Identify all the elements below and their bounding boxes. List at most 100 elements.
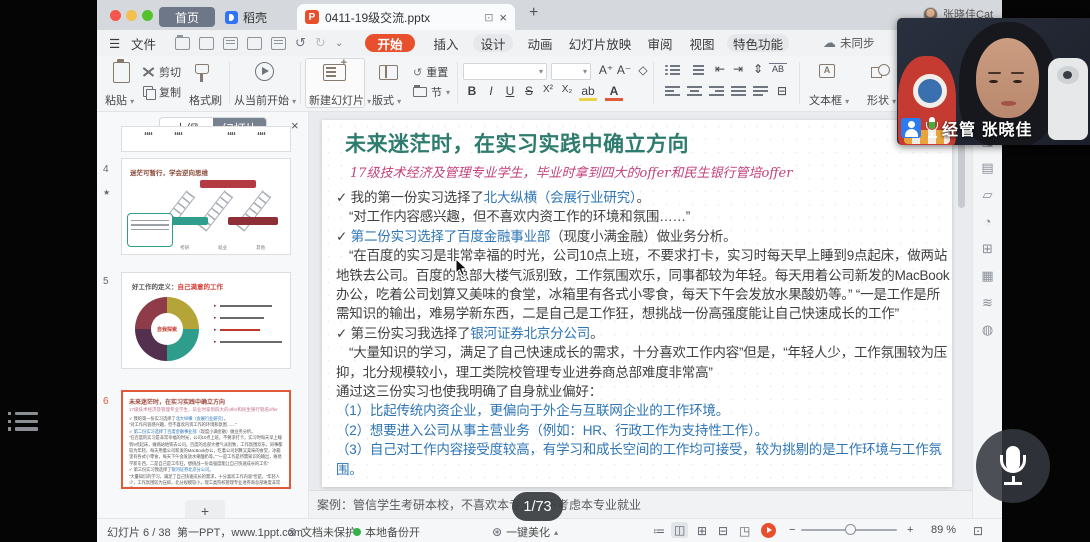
- tab-docer[interactable]: 稻壳: [225, 7, 267, 27]
- font-family-select[interactable]: ▾: [463, 63, 547, 80]
- tab-document[interactable]: P 0411-19级交流.pptx ⊡ ×: [297, 4, 515, 30]
- notes-toggle-icon[interactable]: ≔: [653, 524, 665, 538]
- zoom-level[interactable]: 89 %: [931, 524, 956, 536]
- text-box-icon[interactable]: A: [819, 64, 835, 78]
- right-panel-icon-4[interactable]: ◔: [984, 215, 992, 229]
- align-center-icon[interactable]: [687, 86, 702, 99]
- more-commands-icon[interactable]: ⌄: [335, 34, 343, 52]
- decrease-font-icon[interactable]: A⁻: [615, 63, 633, 77]
- highlight-color-button[interactable]: ab: [579, 84, 597, 101]
- section-button[interactable]: 节 ▾: [413, 84, 450, 100]
- play-from-current-button[interactable]: 从当前开始 ▾: [234, 92, 296, 108]
- new-slide-icon[interactable]: [323, 64, 346, 81]
- cut-button[interactable]: 剪切: [143, 64, 181, 80]
- tab-home[interactable]: 首页: [159, 7, 215, 27]
- right-panel-icon-5[interactable]: ⊞: [982, 242, 993, 256]
- slide-subtitle[interactable]: 17级技术经济及管理专业学生，毕业时拿到四大的offer和民生银行管培offer: [350, 162, 792, 181]
- align-right-icon[interactable]: [709, 86, 724, 99]
- layout-button[interactable]: 版式 ▾: [372, 92, 401, 108]
- export-pdf-icon[interactable]: [223, 37, 238, 50]
- view-sorter-icon[interactable]: ⊞: [697, 524, 707, 538]
- bullets-icon[interactable]: [665, 65, 680, 78]
- zoom-slider-thumb[interactable]: [845, 524, 856, 535]
- print-preview-icon[interactable]: [271, 37, 286, 50]
- bold-button[interactable]: B: [463, 84, 481, 98]
- new-tab-button[interactable]: +: [529, 4, 538, 22]
- strikethrough-button[interactable]: S: [520, 84, 538, 98]
- notes-bar[interactable]: 案例：管信学生考研本校，不喜欢本专业，不考虑本专业就业: [309, 490, 972, 518]
- subscript-button[interactable]: X₂: [558, 84, 576, 95]
- zoom-out-button[interactable]: −: [789, 524, 795, 536]
- print-icon[interactable]: [247, 37, 262, 50]
- distribute-icon[interactable]: [753, 86, 768, 99]
- indent-decrease-icon[interactable]: ⇤: [711, 62, 729, 76]
- slide-editor[interactable]: 未来迷茫时，在实习实践中确立方向 17级技术经济及管理专业学生，毕业时拿到四大的…: [322, 120, 952, 487]
- microphone-button[interactable]: [976, 429, 1050, 503]
- menu-tab-special[interactable]: 特色功能: [727, 34, 789, 52]
- line-spacing-icon[interactable]: ⇕: [749, 62, 767, 76]
- minimize-window-icon[interactable]: [126, 10, 137, 21]
- align-justify-icon[interactable]: [731, 86, 746, 99]
- redo-icon[interactable]: ↻: [315, 34, 326, 52]
- beautify-button[interactable]: ⊛ 一键美化 ▴: [492, 524, 558, 540]
- menu-tab-animation[interactable]: 动画: [523, 34, 557, 52]
- char-spacing-icon[interactable]: AB: [769, 63, 787, 74]
- local-backup[interactable]: 本地备份开: [353, 524, 420, 540]
- undo-icon[interactable]: ↺: [295, 34, 306, 52]
- columns-icon[interactable]: ⊟: [773, 84, 791, 98]
- sync-status[interactable]: ☁ 未同步: [823, 35, 875, 51]
- close-window-icon[interactable]: [110, 10, 121, 21]
- italic-button[interactable]: I: [482, 84, 500, 98]
- view-presenter-icon[interactable]: ◳: [739, 524, 750, 538]
- menu-tab-review[interactable]: 审阅: [643, 34, 677, 52]
- increase-font-icon[interactable]: A⁺: [597, 63, 615, 77]
- menu-tab-slideshow[interactable]: 幻灯片放映: [565, 34, 635, 52]
- template-brand[interactable]: 第一PPT，www.1ppt.com: [177, 524, 303, 540]
- slide-body-text[interactable]: ✓ 我的第一份实习选择了北大纵横（会展行业研究）。“对工作内容感兴趣，但不喜欢内…: [336, 188, 952, 479]
- font-color-button[interactable]: A: [605, 84, 623, 101]
- slide-title[interactable]: 未来迷茫时，在实习实践中确立方向: [345, 128, 689, 158]
- menu-tab-home[interactable]: 开始: [365, 34, 415, 52]
- document-protection[interactable]: ⊗ 文档未保护: [287, 524, 356, 540]
- format-painter-icon[interactable]: [195, 64, 209, 74]
- text-box-button[interactable]: 文本框 ▾: [809, 92, 849, 108]
- clear-format-icon[interactable]: ◇: [634, 63, 652, 77]
- right-panel-icon-7[interactable]: ≋: [982, 296, 993, 310]
- menu-tab-insert[interactable]: 插入: [429, 34, 463, 52]
- view-normal-icon[interactable]: ◫: [671, 522, 688, 538]
- right-panel-icon-6[interactable]: ▦: [981, 269, 993, 283]
- indent-increase-icon[interactable]: ⇥: [729, 62, 747, 76]
- layout-icon[interactable]: [379, 65, 398, 80]
- menu-file[interactable]: 文件: [131, 34, 156, 52]
- view-reading-icon[interactable]: ⊟: [718, 524, 728, 538]
- font-size-select[interactable]: ▾: [551, 63, 591, 80]
- paste-button[interactable]: 粘贴 ▾: [105, 92, 134, 108]
- paste-icon[interactable]: [113, 62, 130, 83]
- right-panel-icon-2[interactable]: ▤: [981, 161, 993, 175]
- shapes-button[interactable]: 形状 ▾: [867, 92, 896, 108]
- panel-close-icon[interactable]: ×: [291, 118, 299, 133]
- share-screen-icon[interactable]: ⊡: [484, 11, 493, 24]
- menu-tab-view[interactable]: 视图: [685, 34, 719, 52]
- global-menu-icon[interactable]: ☰: [109, 34, 120, 52]
- numbering-icon[interactable]: [689, 65, 704, 78]
- copy-button[interactable]: 复制: [143, 84, 181, 100]
- underline-button[interactable]: U: [501, 84, 519, 98]
- close-tab-icon[interactable]: ×: [499, 10, 507, 25]
- slide-thumbnail-6-selected[interactable]: 未来迷茫时，在实习实践中确立方向 17级技术经济及管理专业学生，毕业时拿到四大的…: [121, 390, 291, 489]
- save-icon[interactable]: [199, 37, 214, 50]
- zoom-in-button[interactable]: +: [907, 524, 913, 536]
- fit-window-icon[interactable]: ⊡: [973, 524, 983, 538]
- slide-thumbnail-4[interactable]: 迷茫可暂行，学会逆向思维 考研 就业 其他: [121, 158, 291, 255]
- slide-thumbnail-3[interactable]: ““ ““ ““ ““: [121, 126, 291, 152]
- webcam-video[interactable]: 经管 张晓佳: [897, 18, 1090, 145]
- open-file-icon[interactable]: [175, 37, 190, 50]
- slide-thumbnail-5[interactable]: 好工作的定义：自己满意的工作 自我探索 ▸ ▸ ▸ ▸: [121, 272, 291, 369]
- zoom-window-icon[interactable]: [142, 10, 153, 21]
- annotation-list-icon[interactable]: [8, 412, 38, 435]
- shapes-icon[interactable]: [871, 64, 889, 79]
- play-from-current-icon[interactable]: [255, 62, 274, 81]
- reset-button[interactable]: ↺重置: [413, 64, 448, 80]
- right-panel-icon-3[interactable]: ▱: [983, 188, 993, 202]
- align-left-icon[interactable]: [665, 86, 680, 99]
